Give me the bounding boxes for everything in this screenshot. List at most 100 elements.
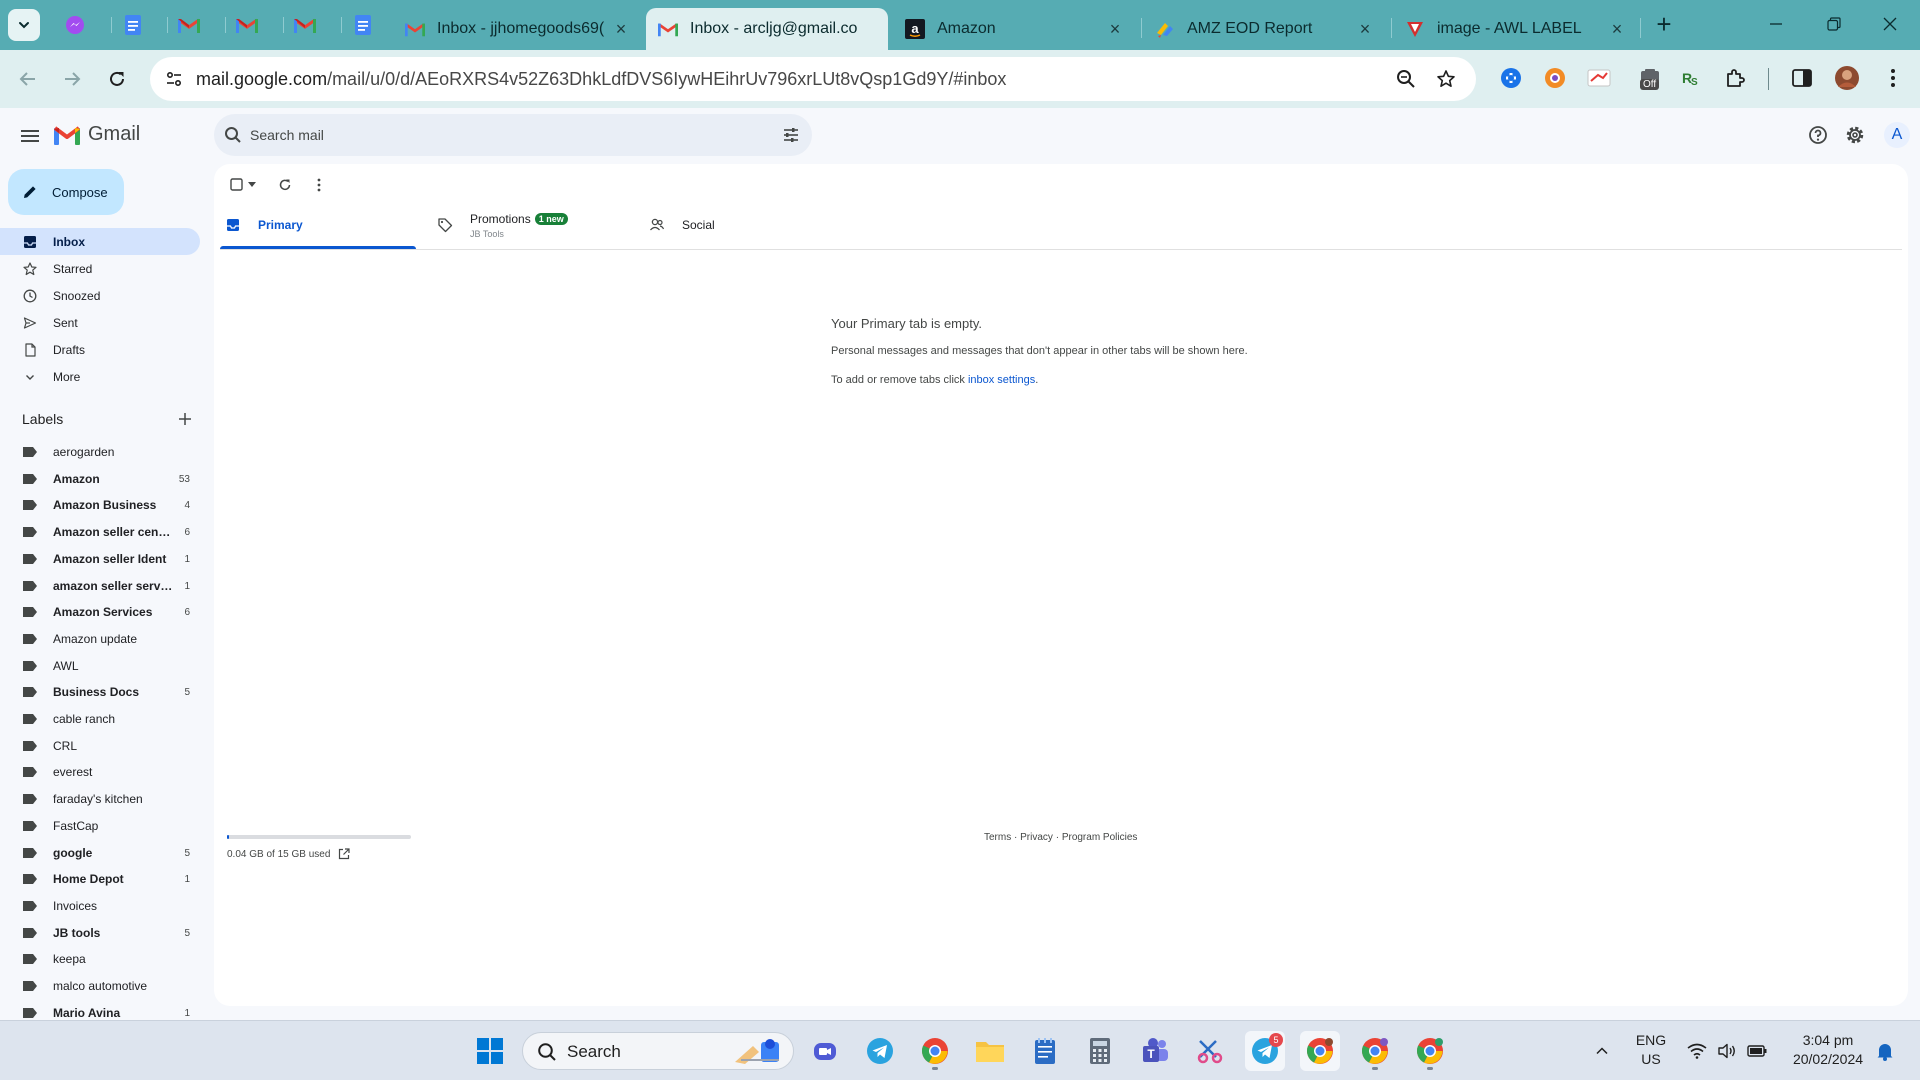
extension-dashlane[interactable] xyxy=(1498,65,1524,91)
refresh-button[interactable] xyxy=(274,174,296,196)
taskbar-search[interactable]: Search xyxy=(522,1032,794,1070)
search-icon[interactable] xyxy=(224,126,242,144)
tab-search-button[interactable] xyxy=(8,9,40,41)
pinned-tab-messenger[interactable] xyxy=(54,9,96,41)
close-window-button[interactable] xyxy=(1870,10,1910,38)
taskbar-app-meet[interactable] xyxy=(805,1031,845,1071)
nav-sent[interactable]: Sent xyxy=(0,309,200,336)
nav-starred[interactable]: Starred xyxy=(0,255,200,282)
label-item[interactable]: faraday's kitchen xyxy=(0,788,200,810)
nav-drafts[interactable]: Drafts xyxy=(0,336,200,363)
label-item[interactable]: Business Docs 5 xyxy=(0,681,200,703)
browser-menu-button[interactable] xyxy=(1880,65,1906,91)
reload-button[interactable] xyxy=(102,64,132,94)
label-item[interactable]: CRL xyxy=(0,735,200,757)
restore-button[interactable] xyxy=(1814,10,1854,38)
forward-button[interactable] xyxy=(57,64,87,94)
show-hidden-icons-button[interactable] xyxy=(1591,1041,1613,1061)
browser-tab[interactable]: a Amazon × xyxy=(893,8,1137,50)
open-in-new-icon[interactable] xyxy=(338,848,351,860)
account-avatar[interactable]: A xyxy=(1884,122,1910,148)
nav-inbox[interactable]: Inbox xyxy=(0,228,200,255)
start-button[interactable] xyxy=(470,1031,510,1071)
tab-promotions[interactable]: Promotions 1 new JB Tools xyxy=(436,200,626,250)
label-item[interactable]: FastCap xyxy=(0,815,200,837)
taskbar-app-chrome-profile[interactable] xyxy=(1355,1031,1395,1071)
taskbar-app-teams[interactable]: T xyxy=(1135,1031,1175,1071)
minimize-button[interactable] xyxy=(1756,10,1796,38)
notifications-button[interactable] xyxy=(1874,1041,1896,1061)
new-tab-button[interactable]: + xyxy=(1650,9,1678,39)
search-bar[interactable] xyxy=(214,114,812,156)
nav-more[interactable]: More xyxy=(0,363,200,390)
extension-orange[interactable] xyxy=(1542,65,1568,91)
label-item[interactable]: Invoices xyxy=(0,895,200,917)
battery-status[interactable] xyxy=(1746,1041,1768,1061)
label-item[interactable]: Amazon update xyxy=(0,628,200,650)
taskbar-app-chrome-profile[interactable] xyxy=(1410,1031,1450,1071)
label-item[interactable]: google 5 xyxy=(0,842,200,864)
label-item[interactable]: Amazon seller central 6 xyxy=(0,521,200,543)
taskbar-app-telegram[interactable] xyxy=(860,1031,900,1071)
more-options-button[interactable] xyxy=(312,174,326,196)
taskbar-app-file-explorer[interactable] xyxy=(970,1031,1010,1071)
label-item[interactable]: Amazon seller Ident 1 xyxy=(0,548,200,570)
label-item[interactable]: AWL xyxy=(0,655,200,677)
tab-social[interactable]: Social xyxy=(648,200,838,250)
pinned-tab-docs[interactable] xyxy=(111,9,154,41)
support-button[interactable] xyxy=(1807,124,1829,146)
close-tab-icon[interactable]: × xyxy=(1355,19,1375,39)
label-item[interactable]: Amazon 53 xyxy=(0,468,200,490)
zoom-icon[interactable] xyxy=(1394,67,1418,91)
select-all-checkbox[interactable] xyxy=(228,174,258,196)
inbox-settings-link[interactable]: inbox settings xyxy=(968,374,1035,386)
close-tab-icon[interactable]: × xyxy=(1607,19,1627,39)
label-item[interactable]: JB tools 5 xyxy=(0,922,200,944)
taskbar-app-calculator[interactable] xyxy=(1080,1031,1120,1071)
pinned-tab-gmail[interactable] xyxy=(283,9,326,41)
side-panel-button[interactable] xyxy=(1789,65,1815,91)
browser-tab[interactable]: AMZ EOD Report × xyxy=(1143,8,1387,50)
label-item[interactable]: Amazon Business 4 xyxy=(0,494,200,516)
taskbar-app-telegram-active[interactable]: 5 xyxy=(1245,1031,1285,1071)
taskbar-app-chrome-active[interactable] xyxy=(1300,1031,1340,1071)
privacy-link[interactable]: Privacy xyxy=(1020,832,1053,843)
wifi-status[interactable] xyxy=(1686,1041,1708,1061)
site-info-icon[interactable] xyxy=(162,67,186,91)
clock[interactable]: 3:04 pm 20/02/2024 xyxy=(1780,1031,1876,1069)
taskbar-app-notepad[interactable] xyxy=(1025,1031,1065,1071)
label-item[interactable]: cable ranch xyxy=(0,708,200,730)
close-tab-icon[interactable]: × xyxy=(611,19,631,39)
back-button[interactable] xyxy=(13,64,43,94)
extensions-button[interactable] xyxy=(1722,65,1748,91)
taskbar-app-snipping-tool[interactable] xyxy=(1190,1031,1230,1071)
browser-tab[interactable]: image - AWL LABEL × xyxy=(1393,8,1639,50)
profile-avatar[interactable] xyxy=(1834,65,1860,91)
pinned-tab-gmail[interactable] xyxy=(225,9,268,41)
label-item[interactable]: Home Depot 1 xyxy=(0,868,200,890)
label-item[interactable]: Amazon Services 6 xyxy=(0,601,200,623)
pinned-tab-docs[interactable] xyxy=(341,9,384,41)
label-item[interactable]: everest xyxy=(0,761,200,783)
compose-button[interactable]: Compose xyxy=(8,169,124,215)
label-item[interactable]: aerogarden xyxy=(0,441,200,463)
label-item[interactable]: malco automotive xyxy=(0,975,200,997)
browser-tab-active[interactable]: Inbox - arcljg@gmail.co xyxy=(646,8,888,50)
program-policies-link[interactable]: Program Policies xyxy=(1062,832,1138,843)
settings-button[interactable] xyxy=(1844,124,1866,146)
nav-snoozed[interactable]: Snoozed xyxy=(0,282,200,309)
pinned-tab-gmail[interactable] xyxy=(167,9,210,41)
extension-off[interactable]: Off xyxy=(1636,65,1666,91)
extension-rs[interactable]: RS xyxy=(1678,65,1704,91)
label-item[interactable]: keepa xyxy=(0,948,200,970)
address-bar[interactable]: mail.google.com/mail/u/0/d/AEoRXRS4v52Z6… xyxy=(150,57,1476,101)
create-label-button[interactable] xyxy=(176,410,194,428)
terms-link[interactable]: Terms xyxy=(984,832,1011,843)
taskbar-app-chrome[interactable] xyxy=(915,1031,955,1071)
main-menu-button[interactable] xyxy=(18,124,42,148)
extension-label[interactable] xyxy=(1586,65,1612,91)
browser-tab[interactable]: Inbox - jjhomegoods69( × xyxy=(393,8,643,50)
volume-status[interactable] xyxy=(1716,1041,1738,1061)
language-indicator[interactable]: ENG US xyxy=(1626,1031,1676,1069)
label-item[interactable]: amazon seller services 1 xyxy=(0,575,200,597)
